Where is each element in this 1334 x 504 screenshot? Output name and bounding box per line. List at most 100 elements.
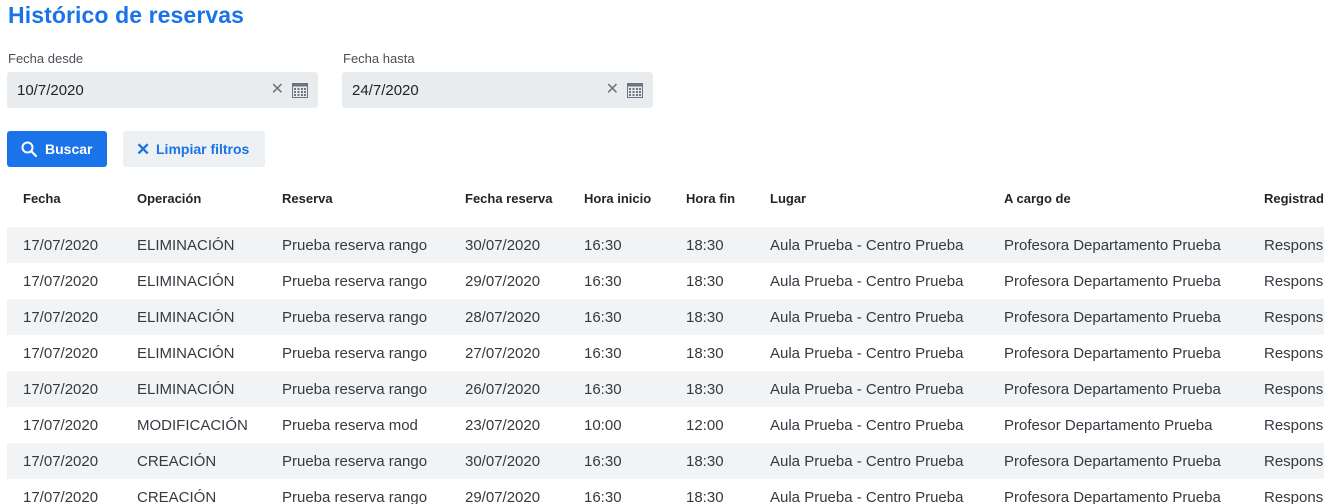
reservations-table: Fecha Operación Reserva Fecha reserva Hora i… [7, 180, 1324, 504]
column-header[interactable]: Hora inicio [568, 180, 670, 227]
column-header[interactable]: A cargo de [988, 180, 1248, 227]
table-cell: 17/07/2020 [7, 299, 121, 335]
table-cell: 17/07/2020 [7, 371, 121, 407]
table-cell: Aula Prueba - Centro Prueba [754, 222, 988, 263]
date-from-clear-icon[interactable]: ✕ [271, 79, 284, 99]
table-cell: Responsable [1248, 299, 1324, 335]
date-to-calendar-icon[interactable] [627, 81, 643, 98]
table-cell: 17/07/2020 [23, 416, 99, 434]
table-cell: 10:00 [584, 416, 622, 434]
table-cell: ELIMINACIÓN [121, 299, 266, 335]
date-to-value[interactable]: 24/7/2020 [352, 82, 419, 99]
table-cell: 16:30 [568, 443, 670, 479]
table-cell: Responsable [1264, 272, 1324, 290]
table-cell: Responsable [1248, 371, 1324, 407]
table-cell: 17/07/2020 [23, 272, 99, 290]
table-cell: 27/07/2020 [465, 344, 541, 362]
table-cell: Profesor Departamento Prueba [1004, 416, 1213, 434]
column-header[interactable]: Lugar [754, 180, 988, 227]
table-cell: Aula Prueba - Centro Prueba [754, 299, 988, 335]
table-cell: Responsable [1264, 488, 1324, 504]
table-cell: 17/07/2020 [7, 443, 121, 479]
table-cell: Prueba reserva rango [266, 222, 449, 263]
table-cell: 17/07/2020 [23, 488, 99, 504]
table-cell: 18:30 [670, 299, 754, 335]
page-title: Histórico de reservas [8, 2, 245, 28]
search-button[interactable]: Buscar [7, 131, 107, 167]
column-header[interactable]: Registrado [1248, 180, 1324, 227]
table-row[interactable]: 17/07/2020 ELIMINACIÓN Prueba reserva rang… [7, 299, 1324, 335]
search-button-label: Buscar [45, 141, 93, 157]
column-header[interactable]: Hora fin [670, 180, 754, 227]
table-cell: 18:30 [686, 272, 724, 290]
table-body: 17/07/2020 ELIMINACIÓN Prueba reserva rang… [7, 222, 1324, 504]
table-cell: ELIMINACIÓN [137, 344, 235, 362]
table-cell: Prueba reserva mod [282, 416, 418, 434]
date-from-field[interactable]: 10/7/2020 ✕ [7, 72, 318, 108]
table-cell: Prueba reserva rango [282, 344, 428, 362]
table-cell: Profesora Departamento Prueba [988, 443, 1248, 479]
table-cell: 30/07/2020 [449, 222, 568, 263]
table-cell: Aula Prueba - Centro Prueba [770, 416, 964, 434]
table-cell: Prueba reserva rango [266, 299, 449, 335]
table-cell: Aula Prueba - Centro Prueba [770, 272, 964, 290]
reservations-table-container: Fecha Operación Reserva Fecha reserva Hora i… [7, 180, 1324, 504]
close-icon: ✕ [136, 140, 151, 159]
table-row[interactable]: 17/07/2020 ELIMINACIÓN Prueba reserva rang… [7, 335, 1324, 371]
table-row[interactable]: 17/07/2020 MODIFICACIÓN Prueba reserva mod… [7, 407, 1324, 443]
table-cell: Profesora Departamento Prueba [1004, 344, 1221, 362]
date-from-calendar-icon[interactable] [292, 81, 308, 98]
date-to-field[interactable]: 24/7/2020 ✕ [342, 72, 653, 108]
clear-filters-button[interactable]: ✕ Limpiar filtros [123, 131, 265, 167]
table-row[interactable]: 17/07/2020 ELIMINACIÓN Prueba reserva rang… [7, 371, 1324, 407]
table-cell: Profesora Departamento Prueba [1004, 488, 1221, 504]
table-cell: 29/07/2020 [465, 272, 541, 290]
table-cell: 16:30 [568, 299, 670, 335]
table-cell: Profesora Departamento Prueba [1004, 272, 1221, 290]
table-cell: 16:30 [568, 222, 670, 263]
table-cell: ELIMINACIÓN [137, 272, 235, 290]
table-cell: 18:30 [670, 222, 754, 263]
table-cell: 16:30 [584, 272, 622, 290]
table-row[interactable]: 17/07/2020 CREACIÓN Prueba reserva rango 30… [7, 443, 1324, 479]
table-row[interactable]: 17/07/2020 ELIMINACIÓN Prueba reserva rang… [7, 222, 1324, 263]
column-header[interactable]: Fecha [7, 180, 121, 227]
table-cell: 18:30 [670, 371, 754, 407]
table-cell: 30/07/2020 [449, 443, 568, 479]
table-cell: Responsable [1264, 344, 1324, 362]
table-cell: Responsable [1248, 222, 1324, 263]
table-cell: CREACIÓN [121, 443, 266, 479]
table-cell: 29/07/2020 [465, 488, 541, 504]
table-cell: 18:30 [670, 443, 754, 479]
table-cell: 16:30 [584, 488, 622, 504]
table-cell: 26/07/2020 [449, 371, 568, 407]
date-from-value[interactable]: 10/7/2020 [17, 82, 84, 99]
table-cell: ELIMINACIÓN [121, 371, 266, 407]
clear-filters-label: Limpiar filtros [156, 141, 250, 157]
table-cell: 28/07/2020 [449, 299, 568, 335]
table-cell: ELIMINACIÓN [121, 222, 266, 263]
column-header[interactable]: Operación [121, 180, 266, 227]
table-cell: 12:00 [686, 416, 724, 434]
table-cell: MODIFICACIÓN [137, 416, 248, 434]
table-cell: Prueba reserva rango [266, 371, 449, 407]
table-cell: Profesora Departamento Prueba [988, 299, 1248, 335]
search-icon [21, 141, 37, 157]
table-header-row: Fecha Operación Reserva Fecha reserva Hora i… [7, 180, 1324, 227]
table-cell: 16:30 [568, 371, 670, 407]
table-cell: Profesora Departamento Prueba [988, 371, 1248, 407]
table-cell: CREACIÓN [137, 488, 217, 504]
table-cell: Aula Prueba - Centro Prueba [770, 488, 964, 504]
table-row[interactable]: 17/07/2020 CREACIÓN Prueba reserva rango 29… [7, 479, 1324, 504]
date-to-clear-icon[interactable]: ✕ [606, 79, 619, 99]
table-row[interactable]: 17/07/2020 ELIMINACIÓN Prueba reserva rang… [7, 263, 1324, 299]
table-cell: Responsable [1264, 416, 1324, 434]
date-to-label: Fecha hasta [343, 51, 415, 66]
column-header[interactable]: Reserva [266, 180, 449, 227]
table-cell: 17/07/2020 [7, 222, 121, 263]
table-cell: Prueba reserva rango [266, 443, 449, 479]
table-cell: Aula Prueba - Centro Prueba [770, 344, 964, 362]
column-header[interactable]: Fecha reserva [449, 180, 568, 227]
table-cell: Prueba reserva rango [282, 488, 428, 504]
table-cell: Responsable [1248, 443, 1324, 479]
